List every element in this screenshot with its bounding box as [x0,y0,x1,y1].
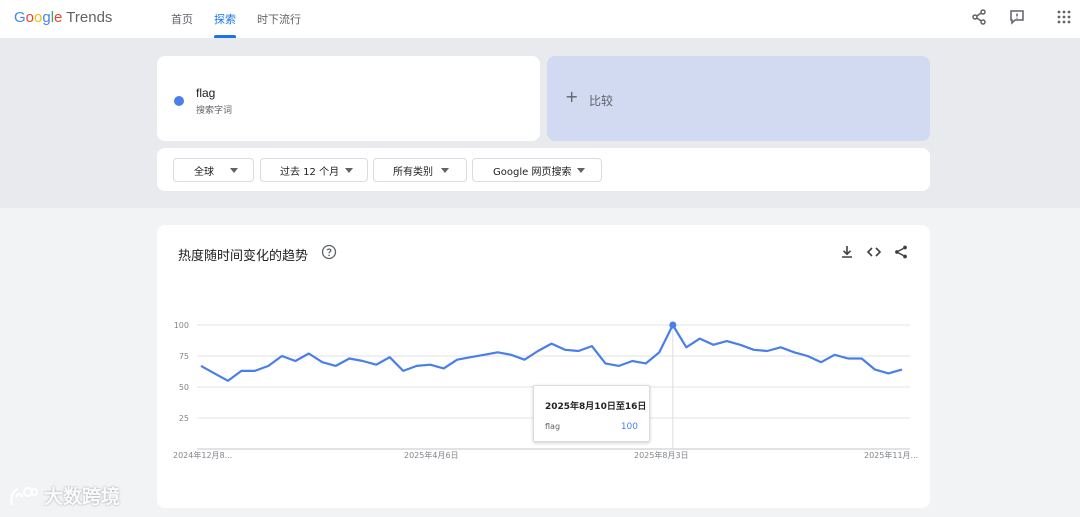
highlight-point [669,321,677,329]
x-tick-label: 2025年11月... [864,450,918,460]
x-tick-label: 2025年8月3日 [634,450,689,460]
x-tick-label: 2025年4月6日 [404,450,459,460]
watermark: 大数跨境 [8,482,120,509]
tooltip-value: 100 [620,422,638,432]
y-tick-label: 50 [179,383,189,392]
watermark-text: 大数跨境 [44,486,121,508]
series-line-flag [200,323,903,382]
x-tick-label: 2024年12月8... [173,450,232,460]
y-tick-label: 100 [174,321,189,330]
watermark-logo-icon [10,486,38,505]
chart-tooltip: 2025年8月10日至16日 flag 100 [533,385,650,442]
y-tick-label: 75 [179,352,189,361]
tooltip-term: flag [545,422,561,431]
y-tick-label: 25 [179,414,189,423]
tooltip-date: 2025年8月10日至16日 [545,402,647,412]
